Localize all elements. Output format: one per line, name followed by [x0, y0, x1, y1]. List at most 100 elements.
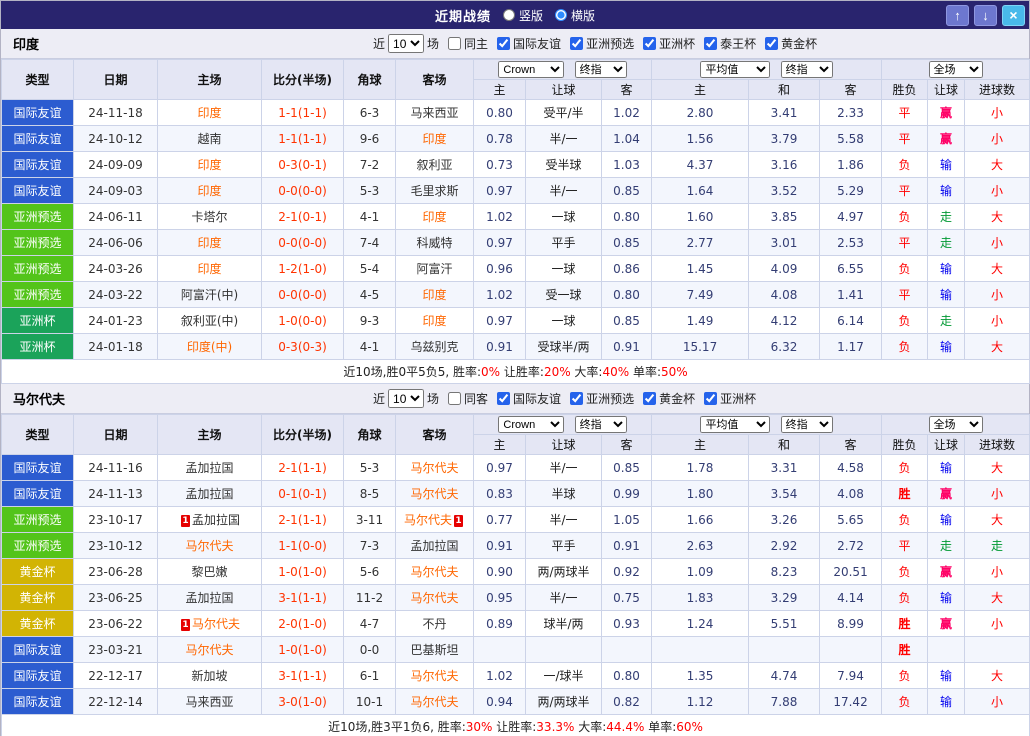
result-handicap: 赢 [928, 100, 965, 126]
competition-filter[interactable]: 亚洲预选 [570, 35, 634, 52]
scroll-down-button[interactable]: ↓ [974, 5, 997, 26]
away-team: 马来西亚 [396, 100, 474, 126]
match-count-select[interactable]: 10 [388, 389, 424, 408]
result-wdl: 负 [882, 152, 928, 178]
competition-type-badge: 国际友谊 [2, 663, 74, 689]
handicap-line [526, 637, 602, 663]
match-score: 3-1(1-1) [262, 663, 344, 689]
competition-label: 亚洲预选 [586, 35, 634, 52]
match-row: 国际友谊24-11-18印度1-1(1-1)6-3马来西亚0.80受平/半1.0… [2, 100, 1030, 126]
final-odds-select[interactable]: 终指 [575, 61, 627, 78]
scope-select[interactable]: 全场 [929, 416, 983, 433]
team-label: 印度 [197, 158, 221, 172]
competition-checkbox[interactable] [765, 37, 778, 50]
competition-filter[interactable]: 亚洲杯 [643, 35, 695, 52]
bookmaker-select[interactable]: Crown [498, 61, 564, 78]
asian-odds: 0.85 [602, 178, 652, 204]
scope-select[interactable]: 全场 [929, 61, 983, 78]
close-button[interactable]: × [1002, 5, 1025, 26]
final-odds-select[interactable]: 终指 [575, 416, 627, 433]
euro-odds [749, 637, 820, 663]
handicap-line: 平手 [526, 230, 602, 256]
result-wdl: 负 [882, 308, 928, 334]
horizontal-layout-label: 横版 [571, 7, 595, 24]
subcol-euro-away: 客 [820, 80, 882, 100]
vertical-layout-radio[interactable] [503, 9, 515, 21]
bookmaker-select[interactable]: Crown [498, 416, 564, 433]
match-date: 24-06-11 [74, 204, 158, 230]
team-label: 孟加拉国 [410, 539, 458, 553]
match-score: 0-1(0-1) [262, 481, 344, 507]
result-wdl: 负 [882, 689, 928, 715]
same-away-filter[interactable]: 同客 [448, 390, 488, 407]
summary-segment: 40% [602, 365, 629, 379]
home-team: 孟加拉国 [158, 481, 262, 507]
result-goals: 大 [965, 334, 1030, 360]
column-header-corners: 角球 [344, 415, 396, 455]
euro-odds: 4.97 [820, 204, 882, 230]
match-count-select[interactable]: 10 [388, 34, 424, 53]
team-label: 马尔代夫 [410, 565, 458, 579]
corners: 7-4 [344, 230, 396, 256]
same-home-filter[interactable]: 同主 [448, 35, 488, 52]
result-wdl: 胜 [882, 481, 928, 507]
asian-odds: 1.02 [474, 204, 526, 230]
competition-filter[interactable]: 黄金杯 [643, 390, 695, 407]
match-score: 1-0(1-0) [262, 559, 344, 585]
competition-checkbox[interactable] [704, 392, 717, 405]
competition-checkbox[interactable] [570, 392, 583, 405]
competition-checkbox[interactable] [704, 37, 717, 50]
up-arrow-icon: ↑ [954, 8, 961, 23]
team-label: 孟加拉国 [185, 591, 233, 605]
result-handicap: 走 [928, 533, 965, 559]
euro-odds: 3.31 [749, 455, 820, 481]
handicap-line: 受球半/两 [526, 334, 602, 360]
horizontal-layout-radio[interactable] [555, 9, 567, 21]
result-goals: 小 [965, 308, 1030, 334]
competition-checkbox[interactable] [643, 392, 656, 405]
team-label: 印度(中) [187, 340, 232, 354]
title-group: 近期战绩 竖版 横版 [1, 6, 1029, 25]
euro-odds: 1.83 [652, 585, 749, 611]
same-away-checkbox[interactable] [448, 392, 461, 405]
layout-option-horizontal[interactable]: 横版 [555, 7, 595, 24]
away-team: 马尔代夫 [396, 585, 474, 611]
competition-label: 黄金杯 [781, 35, 817, 52]
competition-checkbox[interactable] [643, 37, 656, 50]
competition-filter[interactable]: 国际友谊 [497, 35, 561, 52]
competition-checkbox[interactable] [570, 37, 583, 50]
summary-row: 近10场,胜3平1负6, 胜率:30% 让胜率:33.3% 大率:44.4% 单… [2, 715, 1030, 736]
euro-odds: 5.51 [749, 611, 820, 637]
match-score: 2-1(0-1) [262, 204, 344, 230]
competition-filter[interactable]: 亚洲预选 [570, 390, 634, 407]
column-header-away: 客场 [396, 415, 474, 455]
competition-filter[interactable]: 黄金杯 [765, 35, 817, 52]
euro-odds [652, 637, 749, 663]
competition-filter[interactable]: 泰王杯 [704, 35, 756, 52]
competition-checkbox[interactable] [497, 37, 510, 50]
handicap-line: 半/一 [526, 455, 602, 481]
match-row: 亚洲杯24-01-23叙利亚(中)1-0(0-0)9-3印度0.97一球0.85… [2, 308, 1030, 334]
asian-odds: 1.02 [474, 282, 526, 308]
match-score: 0-3(0-1) [262, 152, 344, 178]
average-odds-select[interactable]: 平均值 [700, 416, 770, 433]
euro-odds: 7.49 [652, 282, 749, 308]
away-team: 阿富汗 [396, 256, 474, 282]
result-handicap: 输 [928, 256, 965, 282]
average-odds-select[interactable]: 平均值 [700, 61, 770, 78]
away-team: 马尔代夫1 [396, 507, 474, 533]
result-wdl: 平 [882, 230, 928, 256]
down-arrow-icon: ↓ [982, 8, 989, 23]
column-header-score: 比分(半场) [262, 60, 344, 100]
competition-filter[interactable]: 国际友谊 [497, 390, 561, 407]
layout-option-vertical[interactable]: 竖版 [503, 7, 543, 24]
section-bar-india: 印度 近 10 场 同主 国际友谊 亚洲预选 亚洲杯 泰王杯 黄金杯 [1, 29, 1029, 59]
final-odds-select-2[interactable]: 终指 [781, 61, 833, 78]
scroll-up-button[interactable]: ↑ [946, 5, 969, 26]
competition-checkbox[interactable] [497, 392, 510, 405]
competition-filter[interactable]: 亚洲杯 [704, 390, 756, 407]
final-odds-select-2[interactable]: 终指 [781, 416, 833, 433]
euro-odds: 1.35 [652, 663, 749, 689]
team-label: 越南 [197, 132, 221, 146]
same-home-checkbox[interactable] [448, 37, 461, 50]
